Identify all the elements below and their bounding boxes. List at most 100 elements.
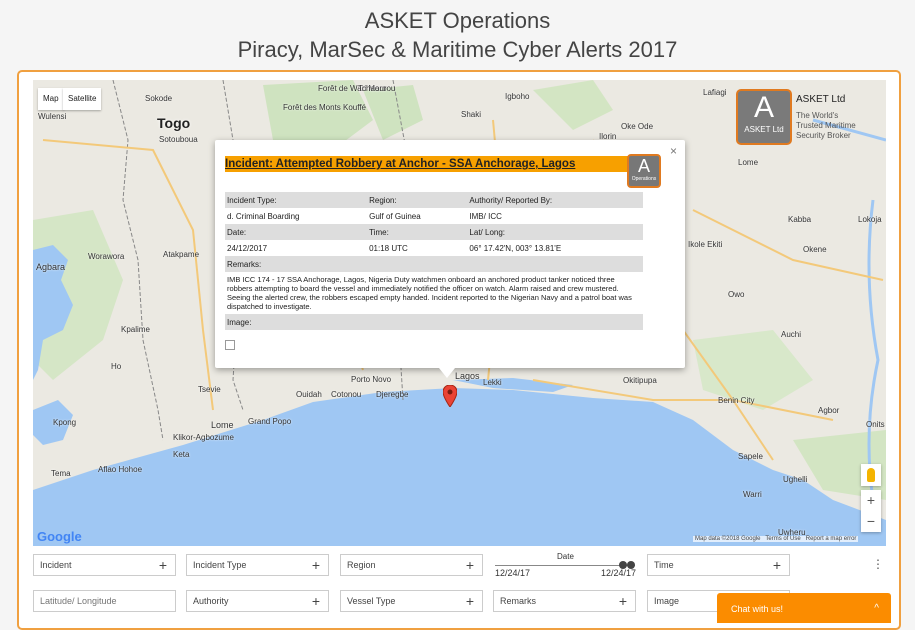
label-region: Region: (367, 192, 468, 208)
value-authority: IMB/ ICC (469, 211, 502, 221)
map-place: Benin City (718, 396, 755, 405)
filter-time[interactable]: Time + (647, 554, 790, 576)
street-view-pegman-icon[interactable] (861, 464, 881, 486)
broken-image-icon (225, 340, 235, 350)
map-place: Tchaourou (358, 84, 396, 93)
incident-info-window: × Incident: Attempted Robbery at Anchor … (215, 140, 685, 378)
map-place: Forêt des Monts Kouffé (283, 103, 367, 112)
filter-authority[interactable]: Authority + (186, 590, 329, 612)
map-data-credit: Map data ©2018 Google (695, 536, 761, 542)
value-region: Gulf of Guinea (369, 211, 421, 221)
filter-region-label: Region (347, 560, 376, 570)
map-place: Kpong (53, 418, 77, 427)
map-place: Lokoja (858, 215, 882, 224)
report-error-link[interactable]: Report a map error (806, 536, 857, 542)
zoom-out-button[interactable]: − (861, 511, 881, 532)
plus-icon[interactable]: + (159, 555, 167, 575)
map-place: Ho (111, 362, 122, 371)
map-place: Lome (738, 158, 759, 167)
plus-icon[interactable]: + (466, 555, 474, 575)
filter-incident[interactable]: Incident + (33, 554, 176, 576)
map-place: Ikole Ekiti (688, 240, 723, 249)
map-place: Worawora (88, 252, 125, 261)
value-time: 01:18 UTC (369, 243, 408, 253)
label-incident-type: Incident Type: (225, 192, 368, 208)
map-place: Cotonou (331, 390, 362, 399)
asket-logo-tagline: The World's Trusted Maritime Security Br… (796, 111, 856, 140)
map-place: Agbara (36, 262, 66, 272)
map-place: Oke Ode (621, 122, 654, 131)
label-time: Time: (367, 224, 468, 240)
label-latlong: Lat/ Long: (467, 224, 643, 240)
incident-title: Incident: Attempted Robbery at Anchor - … (225, 156, 633, 172)
map-place-lagos: Lagos (455, 371, 480, 381)
filter-vessel-type[interactable]: Vessel Type + (340, 590, 483, 612)
plus-icon[interactable]: + (312, 555, 320, 575)
incident-details-table: Incident Type: Region: Authority/ Report… (225, 192, 643, 330)
filter-image-label: Image (654, 596, 680, 606)
value-remarks: IMB ICC 174 - 17 SSA Anchorage, Lagos, N… (227, 275, 632, 311)
asket-operations-logo: A Operations (627, 154, 661, 188)
plus-icon[interactable]: + (619, 591, 627, 611)
chat-widget-button[interactable]: Chat with us! ^ (717, 593, 891, 623)
map-place: Owo (728, 290, 745, 299)
latlong-input[interactable] (33, 590, 176, 612)
map-place: Onits (866, 420, 885, 429)
map-place: Lome (211, 420, 234, 430)
map-place: Grand Popo (248, 417, 292, 426)
map-place: Sotouboua (159, 135, 198, 144)
map-place: Lafiagi (703, 88, 727, 97)
zoom-control: + − (861, 490, 881, 532)
close-icon[interactable]: × (670, 144, 677, 158)
map-place: Sokode (145, 94, 173, 103)
chat-label: Chat with us! (731, 604, 784, 614)
map-place: Lekki (483, 378, 502, 387)
filter-remarks-label: Remarks (500, 596, 537, 606)
label-image: Image: (225, 314, 643, 330)
map-place: Porto Novo (351, 375, 392, 384)
terms-link[interactable]: Terms of Use (765, 536, 800, 542)
filter-authority-label: Authority (193, 596, 229, 606)
chevron-up-icon: ^ (874, 603, 879, 614)
asket-logo-name: ASKET Ltd (796, 94, 846, 105)
more-options-icon[interactable]: ⋮ (872, 557, 884, 571)
map-type-map-button[interactable]: Map (38, 88, 64, 110)
plus-icon[interactable]: + (773, 555, 781, 575)
plus-icon[interactable]: + (312, 591, 320, 611)
label-authority: Authority/ Reported By: (467, 192, 643, 208)
map-place: Okitipupa (623, 376, 657, 385)
map-place: Atakpame (163, 250, 200, 259)
asket-logo: A ASKET Ltd (736, 89, 792, 145)
map-place: Djeregbe (376, 390, 409, 399)
label-remarks: Remarks: (225, 256, 643, 272)
filter-remarks[interactable]: Remarks + (493, 590, 636, 612)
map-place: Kpalime (121, 325, 150, 334)
map-place: Keta (173, 450, 190, 459)
label-date: Date: (225, 224, 368, 240)
country-label: Togo (157, 115, 191, 131)
filter-region[interactable]: Region + (340, 554, 483, 576)
map-place: Klikor-Agbozume (173, 433, 234, 442)
map-place: Wulensi (38, 112, 67, 121)
filter-incident-type[interactable]: Incident Type + (186, 554, 329, 576)
map-type-satellite-button[interactable]: Satellite (63, 88, 102, 110)
date-from: 12/24/17 (495, 568, 531, 578)
filter-incident-label: Incident (40, 560, 72, 570)
info-window-tail (439, 368, 455, 378)
filter-incident-type-label: Incident Type (193, 560, 247, 570)
map-place: Ouidah (296, 390, 322, 399)
value-incident-type: d. Criminal Boarding (227, 211, 300, 221)
plus-icon[interactable]: + (466, 591, 474, 611)
value-date: 24/12/2017 (227, 243, 268, 253)
filter-vessel-type-label: Vessel Type (347, 596, 396, 606)
date-range-slider[interactable] (495, 565, 635, 566)
google-logo: Google (37, 529, 82, 544)
map-place: Tema (51, 469, 71, 478)
page-title: ASKET Operations (364, 8, 551, 33)
incident-marker-pin-icon[interactable] (442, 384, 458, 412)
map-place: Kabba (788, 215, 812, 224)
value-latlong: 06° 17.42'N, 003° 13.81'E (469, 243, 562, 253)
map-place: Agbor (818, 406, 840, 415)
zoom-in-button[interactable]: + (861, 490, 881, 511)
map-place: Shaki (461, 110, 482, 119)
